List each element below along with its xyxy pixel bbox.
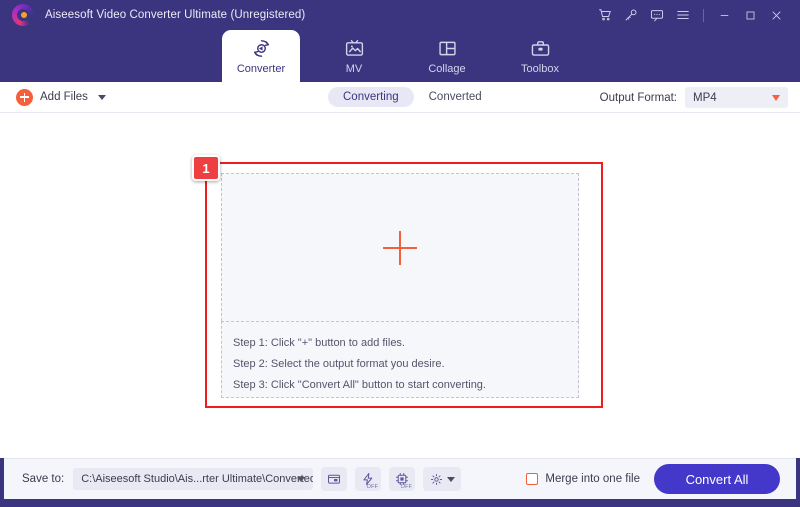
close-icon[interactable] <box>763 2 789 28</box>
chevron-down-icon[interactable] <box>97 94 106 100</box>
toolbox-icon <box>530 37 551 60</box>
maximize-icon[interactable] <box>737 2 763 28</box>
hardware-acceleration-icon[interactable]: OFF <box>355 467 382 491</box>
tab-converting[interactable]: Converting <box>328 87 414 107</box>
main-navigation: Converter MV Collage Toolbox <box>0 30 800 82</box>
hardware-acceleration-state: OFF <box>366 484 379 490</box>
add-files-button[interactable]: Add Files <box>16 88 106 106</box>
feedback-icon[interactable] <box>644 2 670 28</box>
aiseesoft-logo-icon <box>12 4 34 26</box>
tab-collage[interactable]: Collage <box>408 30 486 82</box>
convert-all-button[interactable]: Convert All <box>654 464 780 494</box>
converter-toolbar: Add Files Converting Converted Output Fo… <box>0 82 800 113</box>
output-format-select[interactable]: MP4 <box>685 87 788 108</box>
key-icon[interactable] <box>618 2 644 28</box>
drop-zone-instructions: Step 1: Click "+" button to add files. S… <box>221 321 579 398</box>
tab-toolbox-label: Toolbox <box>521 63 559 75</box>
file-drop-zone[interactable]: Step 1: Click "+" button to add files. S… <box>221 173 579 398</box>
merge-into-one-file-option[interactable]: Merge into one file <box>526 473 640 485</box>
bottom-bar: Save to: C:\Aiseesoft Studio\Ais...rter … <box>4 458 796 499</box>
step-1: Step 1: Click "+" button to add files. <box>233 337 405 349</box>
tab-mv[interactable]: MV <box>315 30 393 82</box>
status-tabs: Converting Converted <box>328 87 497 107</box>
tab-converted[interactable]: Converted <box>414 87 497 107</box>
converter-icon <box>251 37 272 60</box>
open-folder-icon[interactable] <box>321 467 348 491</box>
chevron-down-icon <box>772 94 780 101</box>
chevron-down-icon[interactable] <box>446 476 455 482</box>
plus-circle-icon <box>16 88 33 106</box>
output-format-group: Output Format: MP4 <box>600 87 788 108</box>
window-controls <box>592 2 789 28</box>
merge-checkbox[interactable] <box>526 473 539 485</box>
title-bar: Aiseesoft Video Converter Ultimate (Unre… <box>0 0 800 30</box>
mv-icon <box>344 37 365 60</box>
minimize-icon[interactable] <box>711 2 737 28</box>
tab-mv-label: MV <box>345 63 363 75</box>
gpu-acceleration-icon[interactable]: OFF <box>389 467 416 491</box>
save-to-path-value: C:\Aiseesoft Studio\Ais...rter Ultimate\… <box>81 473 314 485</box>
chevron-down-icon <box>297 476 306 482</box>
menu-icon[interactable] <box>670 2 696 28</box>
step-3: Step 3: Click "Convert All" button to st… <box>233 379 486 391</box>
save-to-label: Save to: <box>22 473 65 485</box>
cart-icon[interactable] <box>592 2 618 28</box>
app-title: Aiseesoft Video Converter Ultimate (Unre… <box>45 9 306 21</box>
step-2: Step 2: Select the output format you des… <box>233 358 445 370</box>
control-divider <box>703 8 704 22</box>
add-files-label: Add Files <box>40 91 88 103</box>
gpu-acceleration-state: OFF <box>400 484 413 490</box>
main-content: Step 1: Click "+" button to add files. S… <box>0 113 800 458</box>
save-to-path-select[interactable]: C:\Aiseesoft Studio\Ais...rter Ultimate\… <box>73 468 314 490</box>
drop-zone-upper[interactable] <box>221 173 579 321</box>
settings-gear-icon[interactable] <box>423 467 462 491</box>
output-format-label: Output Format: <box>599 91 677 104</box>
plus-icon[interactable] <box>383 230 417 265</box>
tab-collage-label: Collage <box>428 63 466 75</box>
tab-converter[interactable]: Converter <box>222 30 300 82</box>
merge-label: Merge into one file <box>545 473 640 485</box>
collage-icon <box>437 37 458 60</box>
output-format-value: MP4 <box>693 91 717 104</box>
annotation-badge-1: 1 <box>192 155 220 181</box>
tab-converter-label: Converter <box>236 63 286 75</box>
application-window: Aiseesoft Video Converter Ultimate (Unre… <box>0 0 800 507</box>
tab-toolbox[interactable]: Toolbox <box>501 30 579 82</box>
